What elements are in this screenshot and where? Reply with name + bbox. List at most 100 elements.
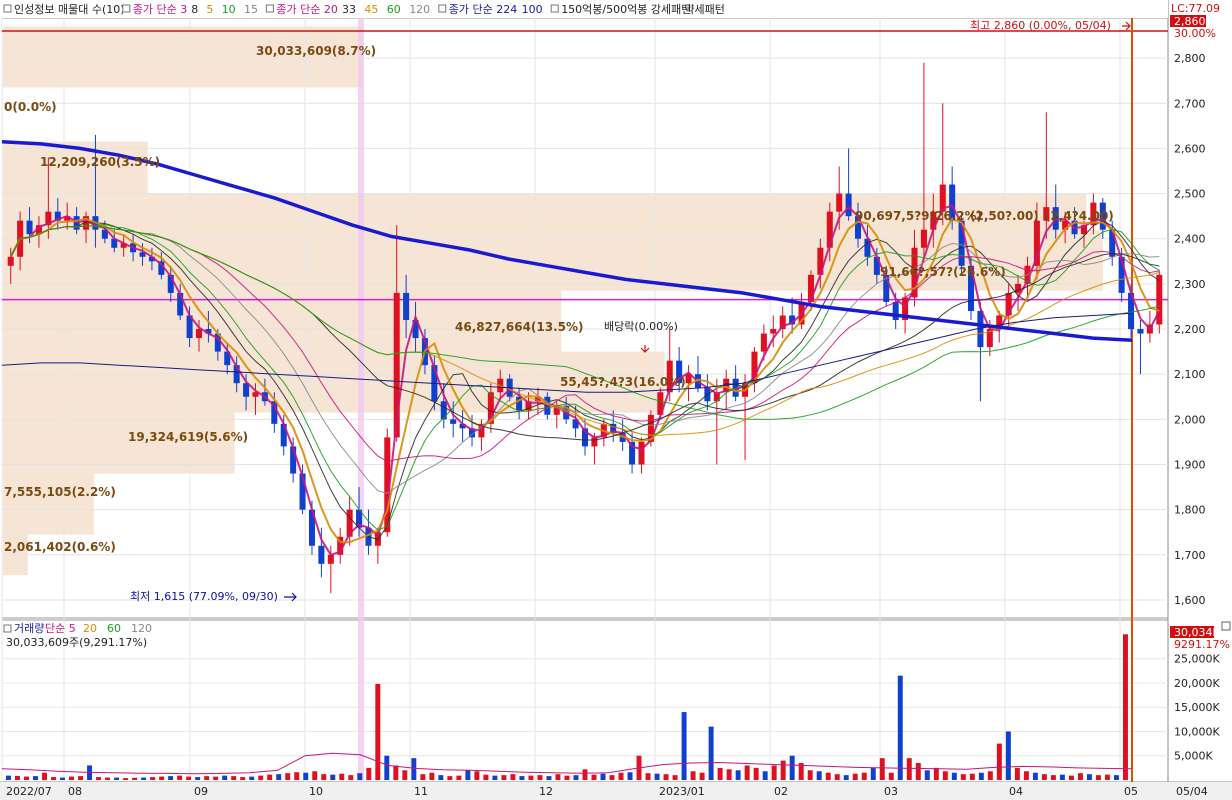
legend-item: 120 [409, 3, 430, 16]
current-pct-label: 30.00% [1174, 27, 1216, 40]
highlight-column [358, 18, 364, 782]
volume-legend-item: 120 [131, 622, 152, 635]
volume-bar [969, 773, 975, 780]
price-tick-label: 2,100 [1174, 368, 1206, 381]
volume-bar [6, 775, 11, 780]
legend-item: 5 [206, 3, 213, 16]
volume-bar [681, 712, 687, 780]
candle-body [318, 545, 325, 564]
volume-bar [1059, 774, 1065, 780]
x-tick-label: 2023/01 [659, 785, 705, 798]
profile-price-label: (2,4?4.00) [1045, 209, 1114, 223]
volume-profile-label: 19,324,619(5.6%) [128, 430, 248, 444]
candle-body [638, 441, 645, 465]
legend-item: 150억봉/500억봉 강세패턴 [561, 3, 691, 16]
volume-profile-label: 7,555,105(2.2%) [4, 485, 116, 499]
volume-profile-label: 0(0.0%) [4, 100, 57, 114]
volume-bar [339, 773, 345, 780]
volume-bar [348, 775, 354, 780]
legend-item: 인성정보 매물대 수(10) [14, 3, 125, 16]
volume-bar [1095, 775, 1101, 780]
volume-bar [573, 775, 579, 780]
price-tick-label: 2,000 [1174, 413, 1206, 426]
legend-item: 45 [364, 3, 378, 16]
legend-checkbox [265, 4, 274, 13]
volume-bar [258, 775, 264, 780]
volume-bar [591, 774, 597, 780]
legend-checkbox [438, 4, 447, 13]
price-tick-label: 2,300 [1174, 278, 1206, 291]
volume-bar [906, 758, 912, 780]
volume-bar [15, 775, 20, 780]
x-axis-band [0, 782, 1232, 800]
volume-bar [429, 772, 435, 780]
candle-body [892, 301, 899, 320]
volume-bar [1023, 771, 1029, 780]
volume-bar [195, 777, 201, 780]
legend-checkbox [3, 624, 12, 633]
price-tick-label: 1,700 [1174, 549, 1206, 562]
price-tick-label: 2,200 [1174, 323, 1206, 336]
volume-bar [105, 777, 111, 780]
candle-body [26, 220, 33, 235]
volume-bar [204, 776, 210, 780]
candle-body [327, 554, 334, 564]
volume-profile-bar [3, 473, 94, 535]
volume-bar [609, 775, 615, 780]
volume-bar [834, 774, 840, 780]
volume-bar [654, 773, 660, 780]
volume-bar [726, 769, 732, 780]
volume-bar [762, 771, 768, 780]
volume-bar [267, 774, 273, 780]
volume-bar [420, 774, 426, 780]
volume-legend-item: 단순 5 [45, 622, 76, 635]
volume-profile-label: 2,061,402(0.6%) [4, 540, 116, 554]
volume-bar [861, 772, 867, 780]
volume-bar [483, 774, 489, 780]
volume-bar [1050, 775, 1056, 780]
volume-tick-label: 20,000K [1174, 677, 1220, 690]
volume-bar [924, 770, 930, 780]
volume-bar [42, 772, 47, 780]
candle-body [760, 333, 767, 352]
candle-body [440, 401, 447, 420]
volume-bar [222, 775, 228, 780]
volume-bar [60, 777, 66, 780]
volume-bar [24, 776, 29, 780]
close-panel-icon[interactable] [1221, 621, 1231, 631]
volume-bar [177, 775, 183, 780]
volume-bar [672, 775, 678, 780]
volume-bar [888, 772, 894, 780]
volume-bar [510, 774, 516, 780]
volume-bar [132, 777, 138, 780]
volume-profile-label: 90,697,5?9(26.2%) [855, 209, 982, 223]
candle-body [403, 292, 410, 320]
volume-bar [447, 776, 453, 780]
price-tick-label: 1,900 [1174, 458, 1206, 471]
x-tick-label: 2022/07 [6, 785, 52, 798]
volume-bar [753, 767, 759, 780]
volume-bar [879, 758, 885, 780]
x-tick-label: 09 [194, 785, 208, 798]
volume-bar [771, 765, 777, 780]
candle-body [7, 256, 14, 266]
volume-bar [186, 776, 192, 780]
volume-bar [996, 743, 1002, 780]
price-tick-label: 2,500 [1174, 188, 1206, 201]
volume-bar [366, 767, 372, 780]
volume-bar [1005, 731, 1011, 780]
volume-bar [582, 769, 588, 780]
volume-bar [699, 772, 705, 780]
volume-bar [942, 771, 948, 780]
legend-item: 8 [191, 3, 198, 16]
x-current-date-label: 05/04 [1176, 785, 1208, 798]
legend-item: 종가 단순 20 [276, 3, 337, 16]
high-price-annotation: 최고 2,860 (0.00%, 05/04) [970, 19, 1111, 32]
volume-bar [492, 775, 498, 780]
legend-item: 10 [222, 3, 236, 16]
volume-bar [213, 776, 219, 780]
volume-profile-label: 30,033,609(8.7%) [256, 44, 376, 58]
lc-label: LC:77.09 [1171, 2, 1220, 15]
volume-legend-item: 60 [107, 622, 121, 635]
volume-bar [1077, 773, 1083, 780]
